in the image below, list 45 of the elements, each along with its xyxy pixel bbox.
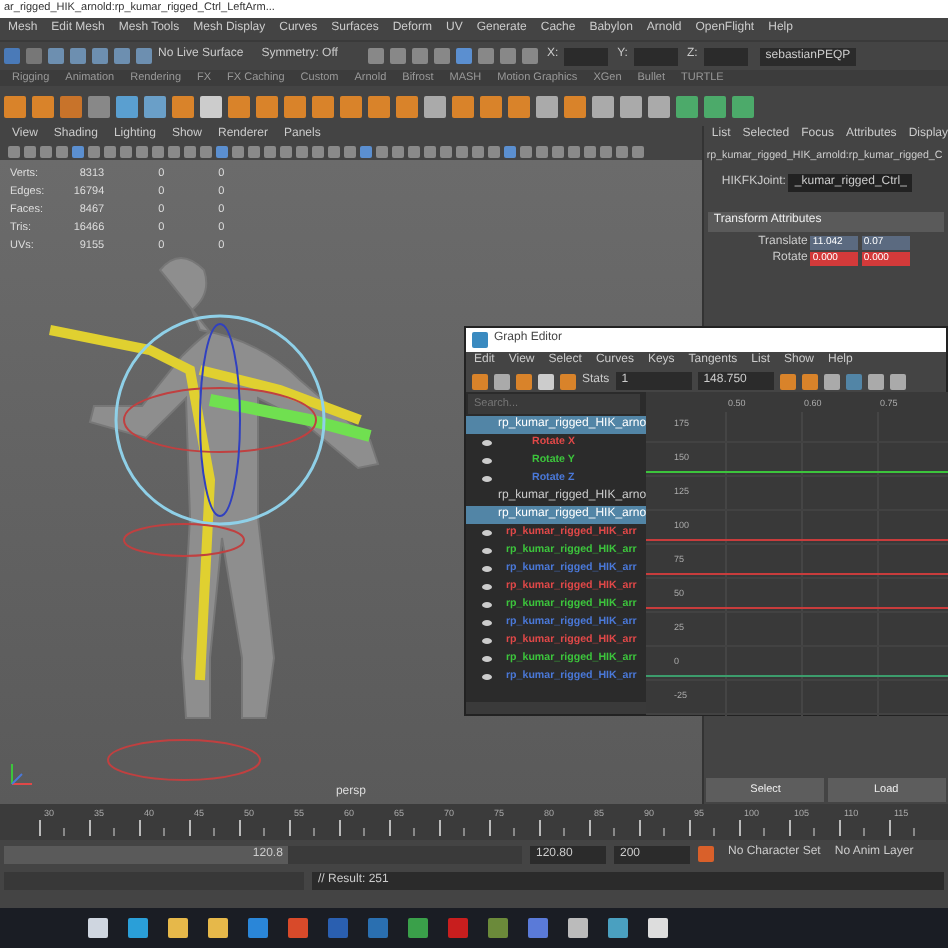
shelf-tool-icon[interactable]	[116, 95, 138, 117]
shelf-tool-icon[interactable]	[32, 95, 54, 117]
shelf-tool-icon[interactable]	[396, 95, 418, 117]
coordinate-field[interactable]	[703, 47, 748, 65]
eye-icon[interactable]	[482, 458, 492, 464]
app-icon[interactable]	[472, 332, 488, 348]
eye-icon[interactable]	[482, 530, 492, 536]
shelf-tool-icon[interactable]	[256, 95, 278, 117]
shelf-tool-icon[interactable]	[4, 95, 26, 117]
coordinate-field[interactable]	[633, 47, 678, 65]
shelf-tool-icon[interactable]	[340, 95, 362, 117]
shelf-tool-icon[interactable]	[704, 95, 726, 117]
shelf-tool-icon[interactable]	[648, 95, 670, 117]
shelf-tool-icon[interactable]	[88, 95, 110, 117]
eye-icon[interactable]	[482, 440, 492, 446]
shelf-tool-icon[interactable]	[312, 95, 334, 117]
shelf-tool-icon[interactable]	[732, 95, 754, 117]
shelf-tool-icon[interactable]	[228, 95, 250, 117]
coordinate-field[interactable]	[564, 47, 609, 65]
shelf-tool-icon[interactable]	[424, 95, 446, 117]
eye-icon[interactable]	[482, 638, 492, 644]
eye-icon[interactable]	[482, 566, 492, 572]
shelf-tool-icon[interactable]	[676, 95, 698, 117]
shelf-tool-icon[interactable]	[144, 95, 166, 117]
axis-icon	[11, 763, 33, 785]
shelf-tool-icon[interactable]	[508, 95, 530, 117]
eye-icon[interactable]	[482, 602, 492, 608]
eye-icon[interactable]	[482, 548, 492, 554]
eye-icon[interactable]	[482, 674, 492, 680]
shelf-tool-icon[interactable]	[284, 95, 306, 117]
eye-icon[interactable]	[482, 584, 492, 590]
shelf-tool-icon[interactable]	[480, 95, 502, 117]
shelf-tool-icon[interactable]	[536, 95, 558, 117]
horizontal-scrollbar[interactable]	[466, 702, 646, 714]
shelf-tool-icon[interactable]	[368, 95, 390, 117]
shelf-tool-icon[interactable]	[592, 95, 614, 117]
shelf-tool-icon[interactable]	[200, 95, 222, 117]
eye-icon[interactable]	[482, 656, 492, 662]
shelf-tool-icon[interactable]	[172, 95, 194, 117]
shelf-tool-icon[interactable]	[620, 95, 642, 117]
shelf-tool-icon[interactable]	[564, 95, 586, 117]
eye-icon[interactable]	[482, 620, 492, 626]
shelf-tool-icon[interactable]	[60, 95, 82, 117]
shelf-tool-icon[interactable]	[452, 95, 474, 117]
eye-icon[interactable]	[482, 476, 492, 482]
